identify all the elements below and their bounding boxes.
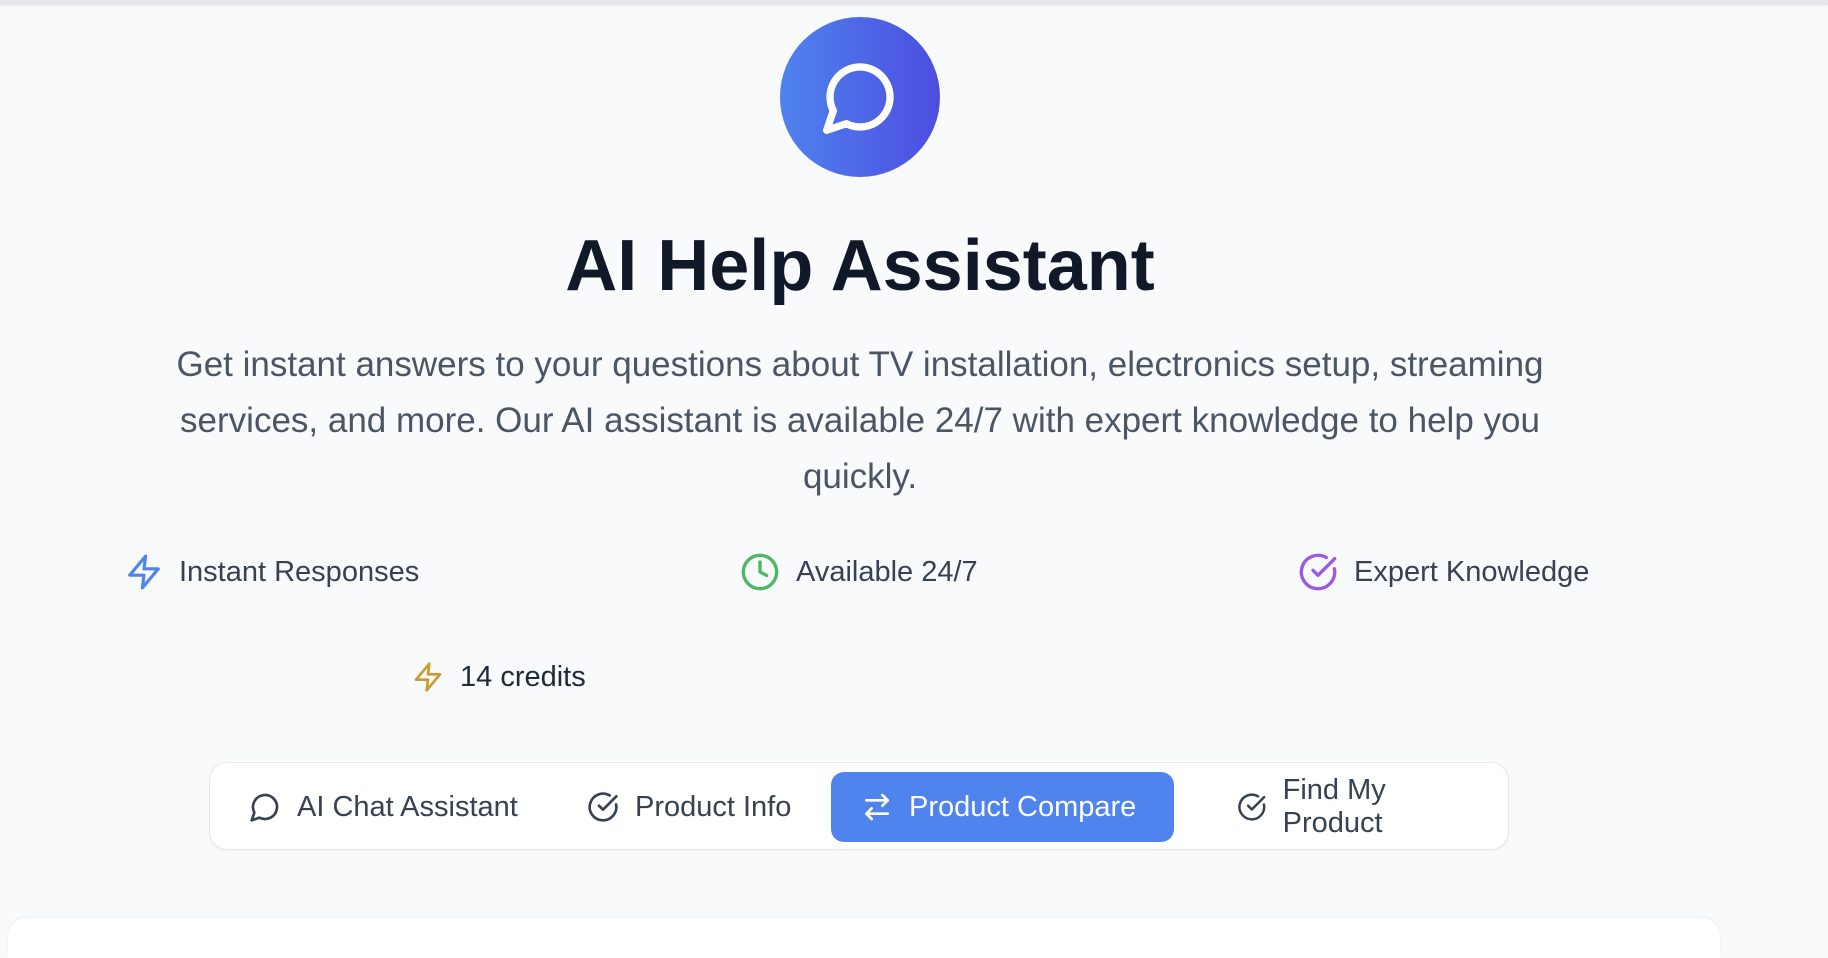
check-circle-icon [1238,793,1266,821]
tab-label: Find My Product [1282,774,1386,839]
feature-expert-knowledge: Expert Knowledge [1298,552,1589,592]
credits-label: 14 credits [460,660,586,693]
check-circle-icon [1299,553,1337,591]
feature-label: Instant Responses [179,555,420,588]
tab-product-compare[interactable]: Product Compare [831,772,1174,842]
credits-indicator: 14 credits [412,657,586,697]
lightning-icon [128,554,160,590]
clock-icon [741,553,779,591]
tab-label: AI Chat Assistant [297,790,518,823]
tab-ai-chat-assistant[interactable]: AI Chat Assistant [219,772,548,842]
feature-instant-responses: Instant Responses [125,552,419,592]
tab-label: Product Info [635,790,792,823]
content-panel [8,918,1720,958]
feature-label: Available 24/7 [796,555,978,588]
page-description: Get instant answers to your questions ab… [176,345,1544,496]
lightning-icon [414,662,442,692]
page-title: AI Help Assistant [565,226,1155,306]
hero-chat-icon [780,17,940,177]
chat-bubble-icon [250,793,279,822]
top-header-border [0,0,1828,5]
feature-available-24-7: Available 24/7 [740,552,978,592]
tab-find-my-product[interactable]: Find My Product [1207,772,1508,842]
tab-bar: AI Chat Assistant Product Info Product C… [209,762,1509,850]
feature-label: Expert Knowledge [1354,555,1590,588]
tab-product-info[interactable]: Product Info [557,772,821,842]
arrows-swap-icon [865,793,889,821]
tab-label: Product Compare [909,790,1137,823]
check-circle-icon [588,792,618,822]
